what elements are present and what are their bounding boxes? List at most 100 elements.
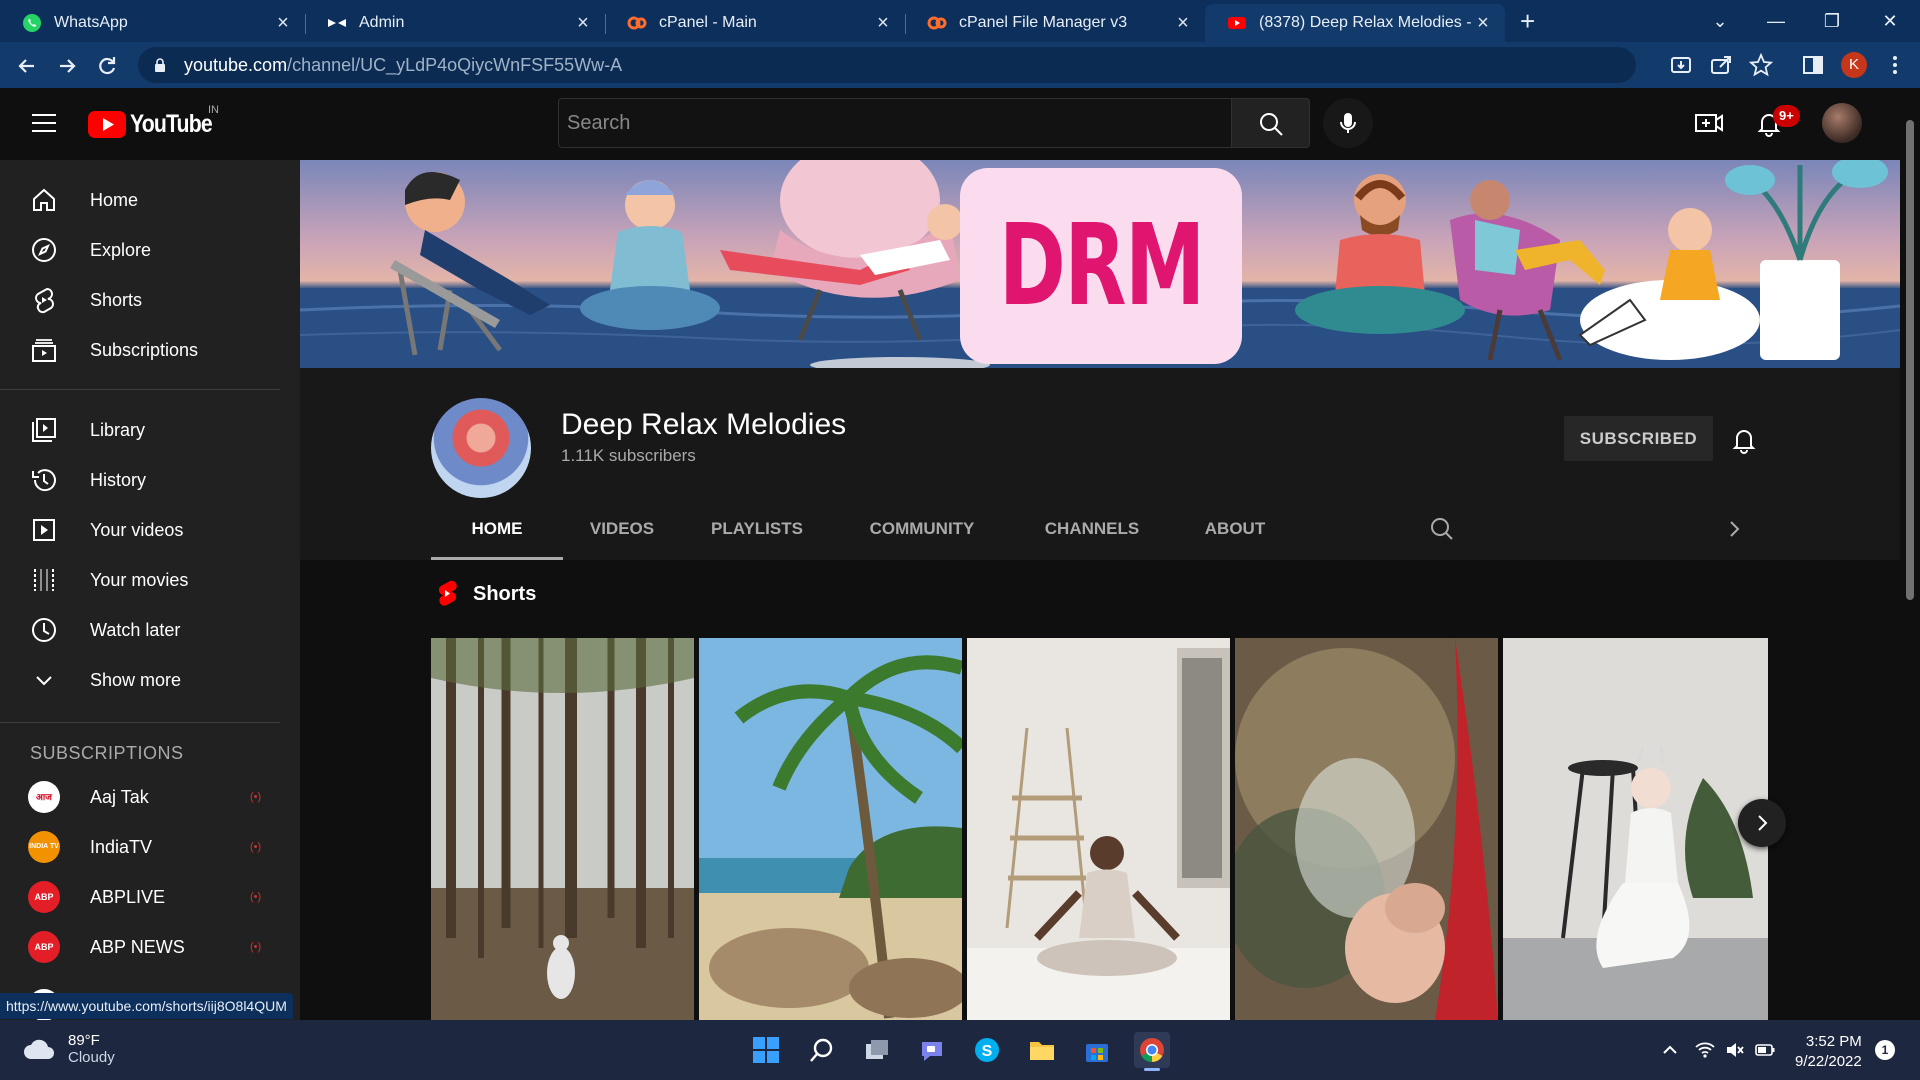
subscriptions-icon [32,339,56,362]
sidebar-subscription-aaj-tak[interactable]: आज Aaj Tak (•) [0,772,300,822]
teams-chat-button[interactable] [914,1032,950,1068]
start-button[interactable] [748,1032,784,1068]
sidebar-subscription-indiatv[interactable]: INDIA TV IndiaTV (•) [0,822,300,872]
browser-profile-avatar[interactable]: K [1841,52,1867,78]
browser-tab-youtube[interactable]: (8378) Deep Relax Melodies - You × [1205,4,1505,42]
admin-icon [328,19,346,27]
microsoft-store-button[interactable] [1079,1032,1115,1068]
clock-icon [32,618,56,642]
live-broadcast-icon: (•) [250,891,262,903]
sidebar-item-home[interactable]: Home [0,175,300,225]
show-hidden-icons-chevron-icon[interactable] [1660,1040,1680,1060]
chevron-right-icon[interactable] [1724,518,1744,540]
file-explorer-button[interactable] [1024,1032,1060,1068]
wifi-icon[interactable] [1695,1040,1715,1060]
kebab-menu-icon[interactable] [1882,52,1908,78]
banner-logo-card: DRM [960,168,1242,364]
windows-start-icon [753,1037,779,1063]
tab-channels[interactable]: CHANNELS [1011,480,1173,560]
voice-search-button[interactable] [1323,98,1373,148]
sidebar-item-watch-later[interactable]: Watch later [0,605,300,655]
tab-title: (8378) Deep Relax Melodies - You [1259,14,1474,31]
channel-search-icon[interactable] [1429,516,1455,542]
close-window-button[interactable]: ✕ [1870,6,1910,36]
search-input[interactable] [559,111,1231,135]
your-videos-icon [33,519,55,541]
short-thumbnail[interactable] [1503,638,1768,1020]
system-clock[interactable]: 3:52 PM 9/22/2022 [1795,1032,1862,1072]
close-tab-icon[interactable]: × [1473,13,1493,33]
notification-preferences-bell-icon[interactable] [1730,424,1758,454]
shorts-logo-icon [439,580,457,606]
forward-icon[interactable] [52,51,82,81]
browser-tab-admin[interactable]: Admin × [305,4,606,42]
taskbar-search-button[interactable] [804,1032,840,1068]
bookmark-star-icon[interactable] [1748,52,1774,78]
skype-button[interactable]: S [969,1032,1005,1068]
close-tab-icon[interactable]: × [1173,13,1193,33]
lock-icon[interactable] [152,57,168,73]
sidebar-item-your-movies[interactable]: Your movies [0,555,300,605]
sidebar-subscription-abp-news[interactable]: ABP ABP NEWS (•) [0,922,300,972]
new-tab-button[interactable]: + [1520,8,1535,34]
weather-widget[interactable]: 89°F Cloudy [22,1032,115,1066]
url-path: /channel/UC_yLdP4oQiycWnFSF55Ww-A [287,54,623,75]
live-broadcast-icon: (•) [250,941,262,953]
channel-avatar: INDIA TV [28,831,60,863]
clock-date: 9/22/2022 [1795,1053,1862,1070]
tab-search-chevron-icon[interactable]: ⌄ [1700,6,1740,36]
notification-center-badge[interactable]: 1 [1875,1040,1895,1060]
sidebar-item-label: Your movies [90,569,189,590]
hamburger-menu-icon[interactable] [30,111,58,135]
back-icon[interactable] [12,51,42,81]
restore-button[interactable]: ❐ [1812,6,1852,36]
tab-playlists[interactable]: PLAYLISTS [681,480,833,560]
share-icon[interactable] [1708,52,1734,78]
minimize-button[interactable]: — [1756,6,1796,36]
account-avatar[interactable] [1822,103,1862,143]
tab-home[interactable]: HOME [431,480,563,560]
create-video-icon[interactable] [1694,109,1724,137]
volume-muted-icon[interactable] [1725,1040,1745,1060]
short-thumbnail[interactable] [699,638,962,1020]
browser-toolbar: youtube.com/channel/UC_yLdP4oQiycWnFSF55… [0,42,1920,88]
battery-icon[interactable] [1755,1040,1775,1060]
short-thumbnail[interactable] [1235,638,1498,1020]
task-view-button[interactable] [859,1032,895,1068]
page-scrollbar[interactable] [1906,120,1914,600]
sidebar-item-subscriptions[interactable]: Subscriptions [0,325,300,375]
close-tab-icon[interactable]: × [273,13,293,33]
chevron-down-icon [36,676,52,686]
close-tab-icon[interactable]: × [573,13,593,33]
browser-tab-whatsapp[interactable]: WhatsApp × [0,4,306,42]
url-host: youtube.com [184,54,288,75]
sidebar-item-label: Subscriptions [90,339,199,360]
sidebar-item-library[interactable]: Library [0,405,300,455]
shelf-next-button[interactable] [1738,799,1786,847]
tab-videos[interactable]: VIDEOS [563,480,681,560]
browser-tab-cpanel-file-manager[interactable]: cPanel File Manager v3 × [905,4,1205,42]
sidebar-item-history[interactable]: History [0,455,300,505]
short-thumbnail[interactable] [431,638,694,1020]
reload-icon[interactable] [92,51,122,81]
close-tab-icon[interactable]: × [873,13,893,33]
chrome-button[interactable] [1134,1032,1170,1071]
sidebar-item-show-more[interactable]: Show more [0,655,300,705]
install-app-icon[interactable] [1668,52,1694,78]
channel-header: Deep Relax Melodies 1.11K subscribers SU… [300,368,1900,560]
search-button[interactable] [1232,98,1310,148]
sidebar-item-shorts[interactable]: Shorts [0,275,300,325]
sidebar-subscription-abplive[interactable]: ABP ABPLIVE (•) [0,872,300,922]
address-bar[interactable]: youtube.com/channel/UC_yLdP4oQiycWnFSF55… [138,47,1636,83]
tab-community[interactable]: COMMUNITY [833,480,1011,560]
sidebar-item-explore[interactable]: Explore [0,225,300,275]
tab-about[interactable]: ABOUT [1173,480,1297,560]
search-box[interactable] [558,98,1232,148]
side-panel-icon[interactable] [1800,52,1826,78]
sidebar-item-your-videos[interactable]: Your videos [0,505,300,555]
short-thumbnail[interactable] [967,638,1230,1020]
folder-icon [1030,1042,1054,1060]
browser-tab-cpanel-main[interactable]: cPanel - Main × [605,4,906,42]
youtube-logo[interactable]: YouTube IN [88,104,226,139]
subscribed-button[interactable]: SUBSCRIBED [1564,416,1713,461]
